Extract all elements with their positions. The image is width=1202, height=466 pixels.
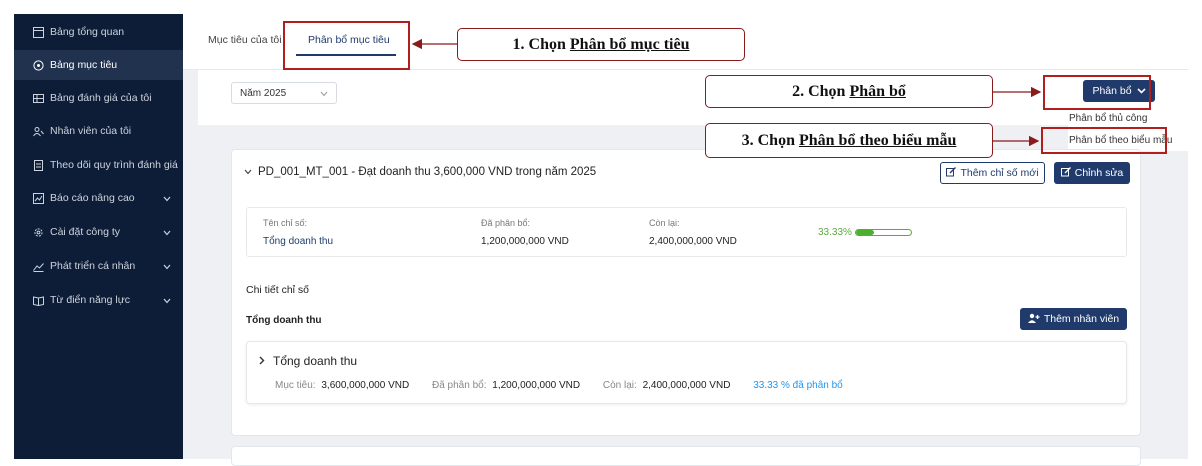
dashboard-icon	[32, 26, 44, 38]
year-select-value: Năm 2025	[240, 88, 287, 99]
target-value: 3,600,000,000 VND	[321, 380, 410, 391]
app-frame: Bảng tổng quan Bảng mục tiêu Bảng đánh g…	[0, 0, 1202, 466]
sidebar-item-label: Bảng mục tiêu	[50, 59, 118, 71]
indicator-panel-title: Tổng doanh thu	[273, 354, 358, 368]
goal-card: PD_001_MT_001 - Đạt doanh thu 3,600,000 …	[231, 149, 1141, 436]
allocated-label: Đã phân bổ:	[481, 218, 531, 228]
indicator-remaining-value: 2,400,000,000 VND	[642, 380, 731, 391]
tab-my-goals[interactable]: Mục tiêu của tôi	[208, 34, 282, 46]
callout-step-3: 3. Chọn Phân bổ theo biểu mẫu	[705, 123, 993, 158]
detail-section-title: Chi tiết chỉ số	[246, 284, 310, 296]
growth-icon	[32, 260, 44, 272]
edit-icon	[946, 166, 957, 180]
callout-step-3-target: Phân bổ theo biểu mẫu	[798, 131, 957, 149]
remaining-label: Còn lại:	[649, 218, 680, 228]
indicator-allocated-percent: 33.33 % đã phân bổ	[753, 380, 843, 391]
sidebar-item-label: Theo dõi quy trình đánh giá	[50, 159, 178, 171]
sidebar-item-label: Nhân viên của tôi	[50, 125, 132, 137]
progress-bar	[855, 229, 912, 236]
add-user-icon	[1027, 313, 1040, 326]
sidebar-item-my-reviews[interactable]: Bảng đánh giá của tôi	[14, 83, 183, 113]
chevron-down-icon	[244, 166, 252, 178]
goal-title: PD_001_MT_001 - Đạt doanh thu 3,600,000 …	[258, 166, 597, 178]
indicator-remaining-label: Còn lại:	[602, 380, 637, 391]
book-icon	[32, 294, 44, 306]
callout-step-2-prefix: 2. Chọn	[792, 82, 846, 100]
gear-icon	[32, 226, 44, 238]
chevron-down-icon	[163, 261, 171, 273]
sidebar-item-label: Bảng đánh giá của tôi	[50, 92, 152, 104]
remaining-value: 2,400,000,000 VND	[649, 236, 737, 247]
indicator-panel-header[interactable]: Tổng doanh thu	[259, 354, 357, 368]
edit-button-label: Chỉnh sửa	[1074, 167, 1124, 179]
menu-item-manual-allocation[interactable]: Phân bổ thủ công	[1068, 107, 1188, 129]
callout-step-2-target: Phân bổ	[849, 82, 906, 100]
year-select[interactable]: Năm 2025	[231, 82, 337, 104]
target-icon	[32, 59, 44, 71]
callout-step-3-prefix: 3. Chọn	[741, 131, 795, 149]
sidebar-item-label: Cài đặt công ty	[50, 226, 121, 238]
next-goal-card	[231, 446, 1141, 466]
allocated-value: 1,200,000,000 VND	[481, 236, 569, 247]
users-icon	[32, 125, 44, 137]
sidebar-item-label: Bảng tổng quan	[50, 26, 125, 38]
indicator-allocated-label: Đã phân bổ:	[431, 380, 487, 391]
indicator-allocated-value: 1,200,000,000 VND	[492, 380, 581, 391]
add-indicator-button[interactable]: Thêm chỉ số mới	[940, 162, 1045, 184]
sidebar-item-review-process[interactable]: Theo dõi quy trình đánh giá	[14, 150, 183, 180]
target-label: Mục tiêu:	[275, 380, 316, 391]
progress-bar-fill	[856, 230, 875, 235]
indicator-panel: Tổng doanh thu Mục tiêu: 3,600,000,000 V…	[246, 341, 1127, 404]
callout-step-1-prefix: 1. Chọn	[512, 35, 566, 53]
callout-step-1: 1. Chọn Phân bổ mục tiêu	[457, 28, 745, 61]
sidebar-item-goals[interactable]: Bảng mục tiêu	[14, 50, 183, 80]
highlight-template-box	[1041, 127, 1167, 154]
indicator-stats: Mục tiêu: 3,600,000,000 VND Đã phân bổ: …	[275, 380, 843, 391]
sidebar-item-competency-dictionary[interactable]: Từ điển năng lực	[14, 285, 183, 315]
sidebar: Bảng tổng quan Bảng mục tiêu Bảng đánh g…	[14, 14, 183, 459]
add-indicator-label: Thêm chỉ số mới	[960, 167, 1039, 179]
chevron-down-icon	[163, 227, 171, 239]
goal-summary: Tên chỉ số: Tổng doanh thu Đã phân bổ: 1…	[246, 207, 1127, 257]
table-icon	[32, 92, 44, 104]
clipboard-icon	[32, 159, 44, 171]
indicator-name-label: Tên chỉ số:	[263, 218, 308, 228]
add-employee-button[interactable]: Thêm nhân viên	[1020, 308, 1127, 330]
sidebar-item-label: Từ điển năng lực	[50, 294, 131, 306]
goal-card-header[interactable]: PD_001_MT_001 - Đạt doanh thu 3,600,000 …	[244, 166, 596, 178]
chevron-down-icon	[163, 193, 171, 205]
filter-bar: Năm 2025 Phân bổ Phân bổ thủ công Phân b…	[198, 70, 1188, 151]
sidebar-item-company-settings[interactable]: Cài đặt công ty	[14, 217, 183, 247]
chevron-down-icon	[163, 295, 171, 307]
indicator-name-value[interactable]: Tổng doanh thu	[263, 236, 333, 247]
detail-subtitle: Tổng doanh thu	[246, 315, 322, 326]
callout-step-1-target: Phân bổ mục tiêu	[569, 35, 690, 53]
sidebar-item-personal-development[interactable]: Phát triển cá nhân	[14, 251, 183, 281]
highlight-tab-box	[283, 21, 410, 70]
main-content: Mục tiêu của tôi Phân bổ mục tiêu Năm 20…	[183, 14, 1188, 466]
sidebar-item-label: Phát triển cá nhân	[50, 260, 136, 272]
chevron-right-icon	[259, 354, 265, 368]
edit-icon	[1060, 166, 1071, 180]
sidebar-item-label: Báo cáo nâng cao	[50, 192, 135, 204]
edit-button[interactable]: Chỉnh sửa	[1054, 162, 1130, 184]
callout-step-2: 2. Chọn Phân bổ	[705, 75, 993, 108]
progress-percent: 33.33%	[818, 227, 852, 238]
chart-icon	[32, 192, 44, 204]
add-employee-label: Thêm nhân viên	[1043, 313, 1120, 325]
chevron-down-icon	[320, 89, 328, 100]
sidebar-item-my-employees[interactable]: Nhân viên của tôi	[14, 116, 183, 146]
sidebar-item-advanced-reports[interactable]: Báo cáo nâng cao	[14, 183, 183, 213]
sidebar-item-dashboard[interactable]: Bảng tổng quan	[14, 17, 183, 47]
highlight-allocate-box	[1043, 75, 1151, 110]
